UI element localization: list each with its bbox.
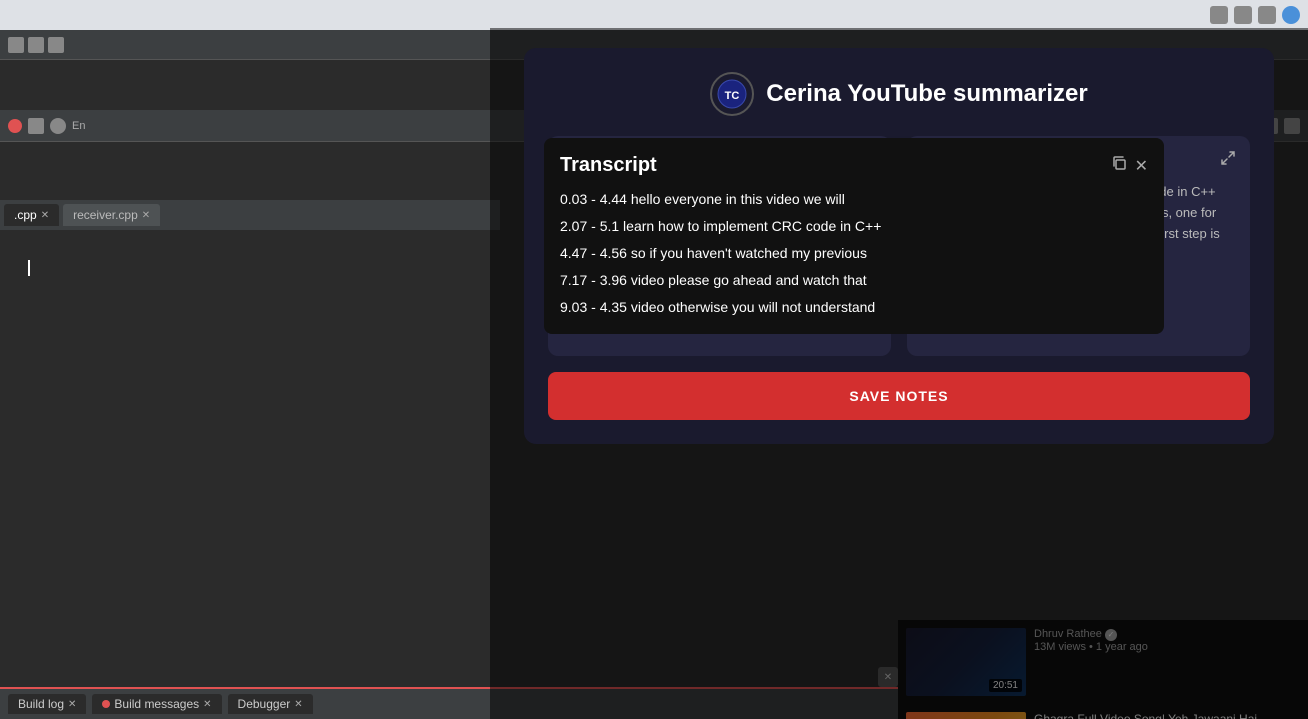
tab-receiver-close[interactable]: ✕	[142, 210, 150, 221]
browser-icon-1[interactable]	[1210, 6, 1228, 24]
tecosys-logo: TC	[717, 79, 747, 109]
tab-cpp[interactable]: .cpp ✕	[4, 204, 59, 226]
tab-receiver-label: receiver.cpp	[73, 208, 138, 222]
build-messages-label: Build messages	[114, 697, 199, 711]
list-icon[interactable]	[28, 118, 44, 134]
tab-build-log[interactable]: Build log ✕	[8, 694, 86, 714]
popup-item-4: 7.17 - 3.96 video please go ahead and wa…	[560, 270, 1148, 291]
modal-header: TC Cerina YouTube summarizer	[548, 72, 1250, 116]
save-notes-button[interactable]: SAVE NOTES	[548, 372, 1250, 420]
en-label: En	[72, 120, 85, 132]
modal-container: TC Cerina YouTube summarizer Transcript …	[524, 48, 1274, 444]
toolbar-icon-3[interactable]	[48, 37, 64, 53]
summary-ext-icon[interactable]	[1220, 150, 1236, 171]
popup-header: Transcript ✕	[560, 154, 1148, 177]
network-icon[interactable]	[50, 118, 66, 134]
build-messages-close[interactable]: ✕	[203, 699, 211, 710]
popup-items-list: 0.03 - 4.44 hello everyone in this video…	[560, 189, 1148, 318]
popup-scroll-area[interactable]: 0.03 - 4.44 hello everyone in this video…	[560, 189, 1148, 318]
tab-receiver[interactable]: receiver.cpp ✕	[63, 204, 160, 226]
tab-build-messages[interactable]: Build messages ✕	[92, 694, 221, 714]
ide-tab-bar: .cpp ✕ receiver.cpp ✕	[0, 200, 500, 230]
browser-icon-3[interactable]	[1258, 6, 1276, 24]
popup-item-5: 9.03 - 4.35 video otherwise you will not…	[560, 297, 1148, 318]
popup-close-button[interactable]: ✕	[1135, 156, 1148, 176]
modal-overlay: TC Cerina YouTube summarizer Transcript …	[490, 28, 1308, 719]
popup-item-2: 2.07 - 5.1 learn how to implement CRC co…	[560, 216, 1148, 237]
build-messages-dot	[102, 700, 110, 708]
popup-title: Transcript	[560, 154, 657, 177]
popup-copy-button[interactable]	[1111, 155, 1127, 176]
popup-action-icons: ✕	[1111, 155, 1148, 176]
transcript-popup: Transcript ✕ 0.03 - 4.44 hello everyone …	[544, 138, 1164, 334]
toolbar-icon-1[interactable]	[8, 37, 24, 53]
toolbar-icon-2[interactable]	[28, 37, 44, 53]
tab-cpp-close[interactable]: ✕	[41, 210, 49, 221]
debugger-close[interactable]: ✕	[294, 699, 302, 710]
modal-title: Cerina YouTube summarizer	[766, 80, 1087, 108]
tab-cpp-label: .cpp	[14, 208, 37, 222]
popup-item-1: 0.03 - 4.44 hello everyone in this video…	[560, 189, 1148, 210]
browser-icon-avatar[interactable]	[1282, 6, 1300, 24]
debugger-label: Debugger	[238, 697, 291, 711]
browser-chrome	[0, 0, 1308, 30]
build-log-label: Build log	[18, 697, 64, 711]
browser-icon-2[interactable]	[1234, 6, 1252, 24]
popup-item-3: 4.47 - 4.56 so if you haven't watched my…	[560, 243, 1148, 264]
modal-logo: TC	[710, 72, 754, 116]
build-log-close[interactable]: ✕	[68, 699, 76, 710]
svg-text:TC: TC	[725, 90, 740, 102]
ide-text-cursor	[28, 260, 30, 276]
record-icon[interactable]	[8, 119, 22, 133]
tab-debugger[interactable]: Debugger ✕	[228, 694, 313, 714]
